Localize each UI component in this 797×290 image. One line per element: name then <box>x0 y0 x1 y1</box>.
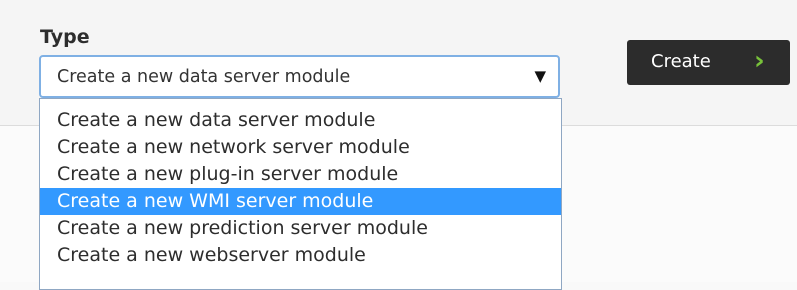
dropdown-option-wmi-server[interactable]: Create a new WMI server module <box>40 188 561 215</box>
create-button[interactable]: Create › <box>627 40 790 85</box>
dropdown-arrow-icon[interactable]: ▼ <box>534 67 546 85</box>
dropdown-option-data-server[interactable]: Create a new data server module <box>40 107 561 134</box>
dropdown-option-prediction-server[interactable]: Create a new prediction server module <box>40 215 561 242</box>
dropdown-option-webserver[interactable]: Create a new webserver module <box>40 242 561 269</box>
chevron-right-icon: › <box>754 46 765 76</box>
type-label: Type <box>40 26 90 48</box>
type-dropdown-list[interactable]: Create a new data server module Create a… <box>39 98 562 290</box>
dropdown-option-plugin-server[interactable]: Create a new plug-in server module <box>40 161 561 188</box>
dropdown-option-network-server[interactable]: Create a new network server module <box>40 134 561 161</box>
type-select-value: Create a new data server module <box>57 67 351 87</box>
type-select[interactable]: Create a new data server module ▼ <box>39 55 560 98</box>
create-button-label: Create <box>651 51 711 72</box>
